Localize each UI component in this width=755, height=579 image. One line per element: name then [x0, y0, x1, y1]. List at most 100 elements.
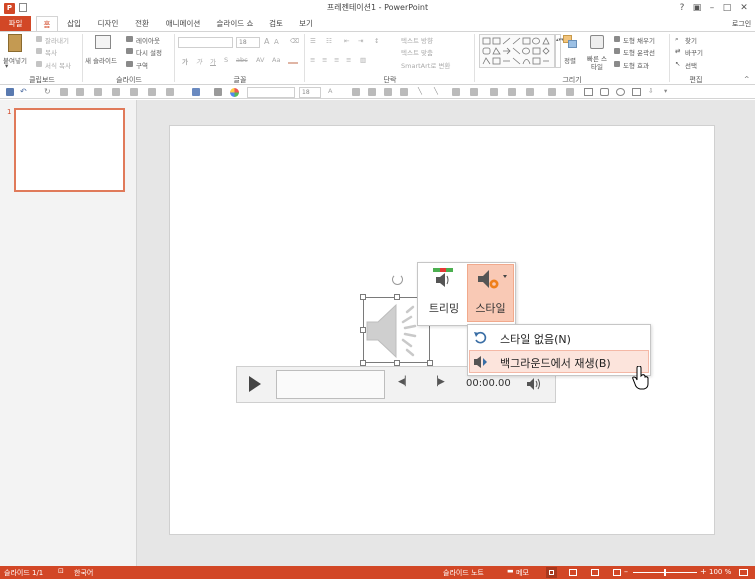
line-tool-icon[interactable]: ╲: [418, 87, 422, 95]
qat-font-combo[interactable]: [247, 87, 295, 98]
bullets-icon[interactable]: ☰: [310, 37, 316, 45]
qat-more-icon[interactable]: ▾: [664, 87, 667, 95]
new-slide-button[interactable]: 새 슬라이드: [85, 55, 117, 65]
clear-format-icon[interactable]: ⌫: [290, 37, 299, 45]
qat-font-size-combo[interactable]: 18: [299, 87, 321, 98]
qat-tool-15-icon[interactable]: [470, 88, 478, 96]
increase-indent-icon[interactable]: ⇥: [358, 37, 363, 45]
spellcheck-icon[interactable]: ⊡: [58, 567, 64, 575]
grow-font-icon[interactable]: A: [264, 37, 269, 46]
skip-forward-icon[interactable]: ▕▶: [431, 377, 445, 387]
select-button[interactable]: 선택: [685, 60, 697, 70]
qat-tool-14-icon[interactable]: [452, 88, 460, 96]
tab-slideshow[interactable]: 슬라이드 쇼: [212, 16, 258, 32]
tab-file[interactable]: 파일: [0, 16, 31, 32]
columns-icon[interactable]: ▥: [360, 56, 366, 64]
qat-tool-10-icon[interactable]: [352, 88, 360, 96]
shadow-icon[interactable]: S: [224, 56, 228, 64]
qat-tool-17-icon[interactable]: [508, 88, 516, 96]
section-button[interactable]: 구역: [136, 60, 148, 70]
font-size-combo[interactable]: 18: [236, 37, 260, 48]
align-right-icon[interactable]: ≡: [334, 56, 339, 64]
comments-button[interactable]: 메모: [516, 568, 529, 578]
qat-tool-2-icon[interactable]: [76, 88, 84, 96]
shapes-gallery-scroll[interactable]: ▴▾▾: [555, 34, 564, 68]
underline-icon[interactable]: 가: [210, 56, 216, 66]
qat-tool-8-icon[interactable]: [192, 88, 200, 96]
smartart-button[interactable]: SmartArt로 변환: [401, 60, 450, 70]
new-slide-icon[interactable]: [95, 35, 111, 49]
qat-tool-6-icon[interactable]: [148, 88, 156, 96]
line-spacing-icon[interactable]: ↕: [374, 37, 379, 45]
qat-tool-19-icon[interactable]: [548, 88, 556, 96]
maximize-button[interactable]: □: [720, 2, 734, 14]
layout-button[interactable]: 레이아웃: [136, 35, 160, 45]
shapes-gallery[interactable]: [479, 34, 555, 68]
find-button[interactable]: 찾기: [685, 35, 697, 45]
shape-fill-button[interactable]: 도형 채우기: [623, 35, 655, 45]
qat-tool-7-icon[interactable]: [166, 88, 174, 96]
rectangle-tool-icon[interactable]: [584, 88, 593, 96]
qat-tool-18-icon[interactable]: [526, 88, 534, 96]
cut-button[interactable]: 잘라내기: [45, 35, 69, 45]
shape-effects-button[interactable]: 도형 효과: [623, 60, 649, 70]
textbox-tool-icon[interactable]: [632, 88, 641, 96]
text-direction-button[interactable]: 텍스트 방향: [401, 35, 433, 45]
align-left-icon[interactable]: ≡: [310, 56, 315, 64]
justify-icon[interactable]: ≡: [346, 56, 351, 64]
font-color-icon[interactable]: [288, 57, 298, 64]
replace-button[interactable]: 바꾸기: [685, 47, 703, 57]
language-indicator[interactable]: 한국어: [74, 568, 93, 578]
zoom-in-icon[interactable]: +: [700, 567, 707, 576]
minimize-button[interactable]: –: [705, 2, 719, 14]
arrow-tool-icon[interactable]: ╲: [434, 87, 438, 95]
save-icon[interactable]: [6, 88, 14, 96]
reading-view-icon[interactable]: [591, 569, 599, 576]
align-text-button[interactable]: 텍스트 맞춤: [401, 47, 433, 57]
tab-home[interactable]: 홈: [36, 16, 58, 32]
qat-tool-13-icon[interactable]: [400, 88, 408, 96]
quick-styles-button[interactable]: 빠른 스타일: [586, 55, 608, 71]
italic-icon[interactable]: 가: [196, 56, 202, 66]
qat-tool-12-icon[interactable]: [384, 88, 392, 96]
numbering-icon[interactable]: ☷: [326, 37, 332, 45]
close-button[interactable]: ✕: [737, 2, 751, 14]
volume-icon[interactable]: [526, 377, 542, 391]
tab-transitions[interactable]: 전환: [130, 16, 154, 32]
qat-tool-3-icon[interactable]: [94, 88, 102, 96]
reset-button[interactable]: 다시 설정: [136, 47, 162, 57]
down-arrow-tool-icon[interactable]: ⇩: [648, 87, 653, 95]
tab-view[interactable]: 보기: [294, 16, 318, 32]
qat-tool-11-icon[interactable]: [368, 88, 376, 96]
arrange-button[interactable]: 정렬: [564, 55, 576, 65]
strikethrough-icon[interactable]: abc: [236, 56, 248, 64]
rotate-handle-icon[interactable]: [392, 274, 403, 285]
qat-tool-1-icon[interactable]: [60, 88, 68, 96]
fit-to-window-icon[interactable]: [739, 569, 748, 576]
redo-icon[interactable]: ↻: [44, 87, 51, 96]
paste-dropdown-icon[interactable]: ▾: [5, 62, 8, 70]
decrease-indent-icon[interactable]: ⇤: [344, 37, 349, 45]
tab-design[interactable]: 디자인: [92, 16, 124, 32]
tab-insert[interactable]: 삽입: [62, 16, 86, 32]
format-painter-button[interactable]: 서식 복사: [45, 60, 71, 70]
undo-icon[interactable]: ↶: [20, 87, 27, 96]
qat-tool-20-icon[interactable]: [566, 88, 574, 96]
play-icon[interactable]: [247, 375, 263, 393]
qat-tool-16-icon[interactable]: [490, 88, 498, 96]
quick-styles-icon[interactable]: [590, 35, 604, 49]
qat-tool-4-icon[interactable]: [112, 88, 120, 96]
sign-in-link[interactable]: 로그인: [728, 16, 755, 32]
change-case-icon[interactable]: Aa: [272, 56, 280, 64]
copy-button[interactable]: 복사: [45, 47, 57, 57]
ribbon-display-options-icon[interactable]: ▣: [690, 2, 704, 14]
zoom-out-icon[interactable]: –: [624, 567, 628, 576]
paste-icon[interactable]: [8, 34, 22, 52]
color-picker-icon[interactable]: [230, 88, 239, 97]
slideshow-view-icon[interactable]: [613, 569, 621, 576]
align-center-icon[interactable]: ≡: [322, 56, 327, 64]
shrink-font-icon[interactable]: A: [274, 38, 279, 46]
slide-sorter-icon[interactable]: [569, 569, 577, 576]
rounded-rect-tool-icon[interactable]: [600, 88, 609, 96]
shape-outline-button[interactable]: 도형 윤곽선: [623, 47, 655, 57]
